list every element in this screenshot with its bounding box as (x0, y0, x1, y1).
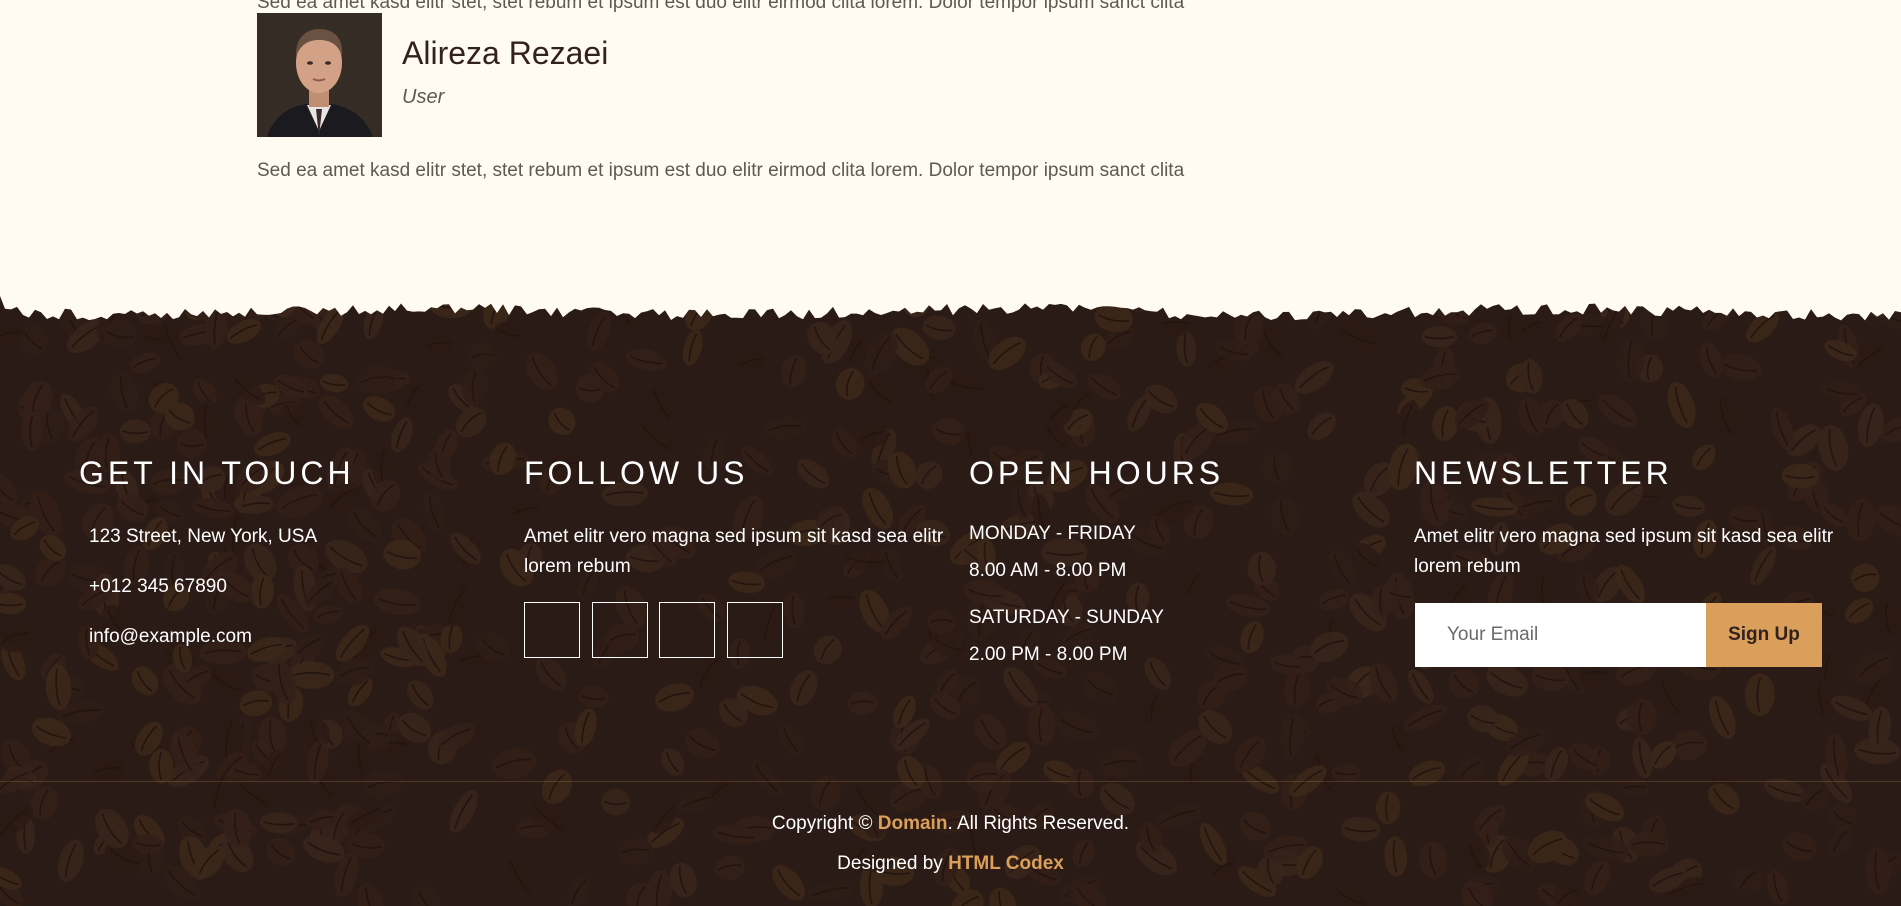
instagram-icon[interactable] (727, 602, 783, 658)
hours-weekday-time: 8.00 AM - 8.00 PM (969, 560, 1127, 581)
designed-by-prefix: Designed by (837, 853, 949, 874)
copyright-suffix: . All Rights Reserved. (947, 813, 1130, 834)
contact-phone: +012 345 67890 (89, 576, 227, 597)
designed-by-line: Designed by HTML Codex (0, 853, 1901, 875)
contact-address: 123 Street, New York, USA (89, 526, 318, 547)
domain-link[interactable]: Domain (878, 813, 948, 834)
testimonial-text-previous: Sed ea amet kasd elitr stet, stet rebum … (257, 0, 1185, 13)
follow-title: FOLLOW US (524, 455, 749, 491)
author-name: Alireza Rezaei (402, 35, 609, 71)
testimonial-text: Sed ea amet kasd elitr stet, stet rebum … (257, 160, 1185, 181)
copyright-line: Copyright © Domain. All Rights Reserved. (0, 813, 1901, 835)
hours-weekday-label: MONDAY - FRIDAY (969, 523, 1136, 544)
newsletter-title: NEWSLETTER (1414, 455, 1673, 491)
testimonial-section: Sed ea amet kasd elitr stet, stet rebum … (0, 0, 1901, 330)
designer-link[interactable]: HTML Codex (948, 853, 1064, 874)
signup-button[interactable]: Sign Up (1706, 603, 1822, 667)
facebook-icon[interactable] (592, 602, 648, 658)
newsletter-text: Amet elitr vero magna sed ipsum sit kasd… (1414, 526, 1834, 577)
linkedin-icon[interactable] (659, 602, 715, 658)
contact-title: GET IN TOUCH (79, 455, 355, 491)
author-photo (257, 13, 382, 137)
newsletter-email-input[interactable] (1415, 603, 1706, 667)
footer-divider (0, 781, 1901, 782)
contact-email: info@example.com (89, 626, 252, 647)
hours-weekend-time: 2.00 PM - 8.00 PM (969, 644, 1128, 665)
author-avatar (257, 13, 382, 137)
twitter-icon[interactable] (524, 602, 580, 658)
author-role: User (402, 86, 445, 108)
hours-title: OPEN HOURS (969, 455, 1225, 491)
torn-paper-edge (0, 296, 1901, 321)
copyright-prefix: Copyright © (771, 813, 878, 834)
hours-weekend-label: SATURDAY - SUNDAY (969, 607, 1164, 628)
follow-text: Amet elitr vero magna sed ipsum sit kasd… (524, 526, 944, 577)
